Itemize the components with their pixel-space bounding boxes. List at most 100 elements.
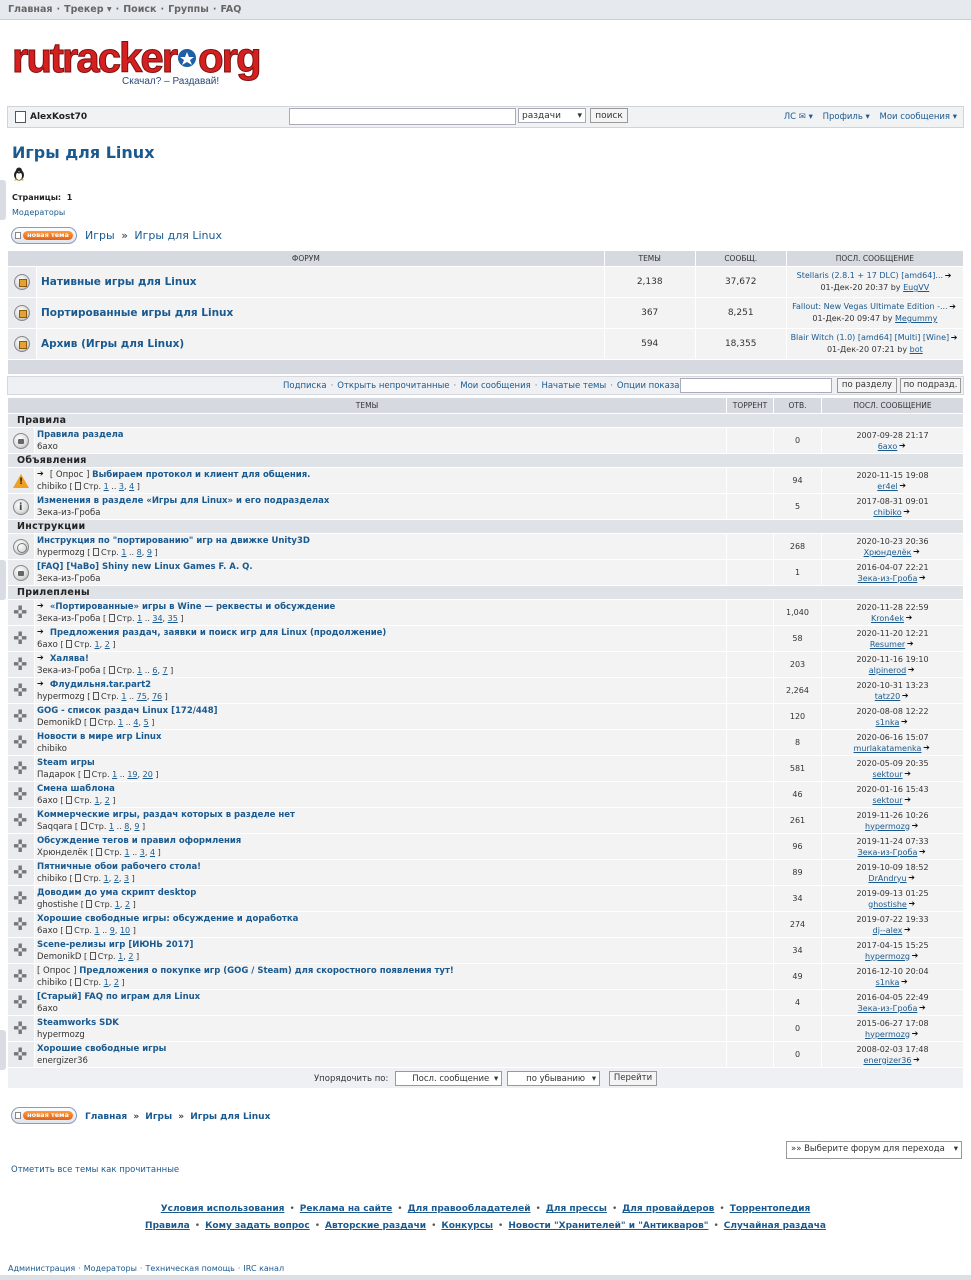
topic-title[interactable]: Правила раздела [37, 430, 124, 440]
page-link[interactable]: 1 [104, 978, 109, 987]
pm-menu[interactable]: ЛС ✉ ▾ [784, 112, 813, 122]
page-link[interactable]: 1 [112, 770, 117, 779]
page-link[interactable]: 6 [152, 666, 157, 675]
go-to-last-icon[interactable]: ➔ [917, 1004, 927, 1012]
topic-author[interactable]: Зека-из-Гроба [37, 614, 100, 624]
topic-last-user[interactable]: Зека-из-Гроба [858, 848, 918, 857]
topic-title[interactable]: [Старый] FAQ по играм для Linux [37, 992, 200, 1002]
bottom-link[interactable]: IRC канал [243, 1264, 284, 1273]
new-topic-button[interactable]: новая тема [11, 227, 77, 244]
page-link[interactable]: 2 [114, 874, 119, 883]
topic-option-link[interactable]: Открыть непрочитанные [337, 381, 449, 391]
topic-author[interactable]: Зека-из-Гроба [37, 508, 100, 518]
topic-title[interactable]: Steam игры [37, 758, 95, 768]
page-link[interactable]: 1 [104, 874, 109, 883]
topic-option-link[interactable]: Опции показа ▽ [617, 381, 689, 391]
breadcrumb-linux-games[interactable]: Игры для Linux [190, 1112, 270, 1122]
topic-filter-input[interactable] [680, 378, 832, 393]
topic-author[interactable]: energizer36 [37, 1056, 88, 1066]
page-link[interactable]: 2 [105, 796, 110, 805]
go-to-last-icon[interactable]: ➔ [949, 333, 959, 342]
footer-link[interactable]: Для провайдеров [622, 1204, 714, 1214]
topic-author[interactable]: Saqqara [37, 822, 72, 832]
mark-all-read-link[interactable]: Отметить все темы как прочитанные [11, 1165, 179, 1175]
footer-link[interactable]: Кому задать вопрос [205, 1221, 310, 1231]
page-link[interactable]: 4 [129, 482, 134, 491]
page-link[interactable]: 1 [95, 640, 100, 649]
go-to-last-icon[interactable]: ➔ [917, 848, 927, 856]
page-link[interactable]: 2 [125, 900, 130, 909]
profile-menu[interactable]: Профиль ▾ [823, 112, 870, 122]
nav-item[interactable]: FAQ [220, 4, 241, 15]
new-post-icon[interactable]: ➔ [37, 602, 47, 610]
subforum-name[interactable]: Нативные игры для Linux [36, 266, 605, 298]
search-button[interactable]: поиск [590, 108, 628, 123]
go-to-last-icon[interactable]: ➔ [904, 614, 914, 622]
topic-title[interactable]: Флудильня.tar.part2 [50, 680, 151, 690]
page-link[interactable]: 3 [119, 482, 124, 491]
topic-title[interactable]: Пятничные обои рабочего стола! [37, 862, 201, 872]
topic-author[interactable]: chibiko [37, 482, 67, 492]
topic-last-user[interactable]: chibiko [873, 508, 901, 517]
go-to-last-icon[interactable]: ➔ [907, 900, 917, 908]
username[interactable]: AlexKost70 [30, 112, 87, 122]
topic-author[interactable]: Падарок [37, 770, 75, 780]
breadcrumb-linux-games[interactable]: Игры для Linux [134, 229, 222, 242]
page-link[interactable]: 1 [115, 900, 120, 909]
sort-go-button[interactable]: Перейти [608, 1070, 657, 1086]
go-to-last-icon[interactable]: ➔ [911, 1056, 921, 1064]
footer-link[interactable]: Правила [145, 1221, 190, 1231]
moderators-link[interactable]: Модераторы [12, 208, 65, 217]
topic-author[interactable]: 6ахо [37, 926, 58, 936]
topic-last-user[interactable]: Зека-из-Гроба [858, 574, 918, 583]
topic-last-user[interactable]: sektour [872, 796, 902, 805]
page-link[interactable]: 3 [140, 848, 145, 857]
last-post-title-text[interactable]: Fallout: New Vegas Ultimate Edition -... [792, 302, 947, 311]
footer-link[interactable]: Новости "Хранителей" и "Антикваров" [508, 1221, 708, 1231]
topic-option-link[interactable]: Мои сообщения [460, 381, 531, 391]
topic-author[interactable]: ghostishe [37, 900, 78, 910]
topic-last-user[interactable]: alpinerod [869, 666, 907, 675]
search-input[interactable] [289, 108, 516, 125]
page-link[interactable]: 1 [104, 482, 109, 491]
filter-section-button[interactable]: по разделу [837, 378, 897, 393]
topic-author[interactable]: DemonikD [37, 718, 81, 728]
page-link[interactable]: 2 [105, 640, 110, 649]
topic-title[interactable]: Халява! [50, 654, 89, 664]
go-to-last-icon[interactable]: ➔ [905, 640, 915, 648]
page-title[interactable]: Игры для Linux [12, 143, 155, 162]
site-logo[interactable]: rutracker org Скачал? – Раздавай! [10, 34, 270, 94]
new-post-icon[interactable]: ➔ [37, 470, 47, 478]
topic-author[interactable]: 6ахо [37, 442, 58, 452]
go-to-last-icon[interactable]: ➔ [948, 302, 958, 311]
topic-title[interactable]: Предложения раздач, заявки и поиск игр д… [50, 628, 386, 638]
side-tab[interactable] [0, 180, 6, 220]
topic-last-user[interactable]: er4el [877, 482, 897, 491]
topic-author[interactable]: Зека-из-Гроба [37, 666, 100, 676]
bottom-link[interactable]: Техническая помощь [145, 1264, 234, 1273]
topic-option-link[interactable]: Начатые темы [541, 381, 606, 391]
breadcrumb-home[interactable]: Главная [85, 1112, 127, 1122]
go-to-last-icon[interactable]: ➔ [917, 574, 927, 582]
page-link[interactable]: 2 [114, 978, 119, 987]
page-link[interactable]: 1 [95, 926, 100, 935]
topic-title[interactable]: Выбираем протокол и клиент для общения. [92, 470, 310, 480]
topic-title[interactable]: Новости в мире игр Linux [37, 732, 161, 742]
page-link[interactable]: 4 [150, 848, 155, 857]
topic-title[interactable]: [FAQ] [ЧаВо] Shiny new Linux Games F. A.… [37, 562, 253, 572]
topic-author[interactable]: Хрюнделёк [37, 848, 88, 858]
topic-title[interactable]: Steamworks SDK [37, 1018, 119, 1028]
topic-title[interactable]: Хорошие свободные игры [37, 1044, 166, 1054]
page-link[interactable]: 4 [133, 718, 138, 727]
footer-link[interactable]: Реклама на сайте [300, 1204, 393, 1214]
topic-author[interactable]: DemonikD [37, 952, 81, 962]
nav-item[interactable]: Трекер ▾ [64, 4, 112, 15]
topic-last-user[interactable]: murlakatamenka [854, 744, 922, 753]
page-link[interactable]: 2 [128, 952, 133, 961]
last-post-user[interactable]: Megummy [895, 314, 937, 323]
go-to-last-icon[interactable]: ➔ [902, 508, 912, 516]
page-link[interactable]: 10 [120, 926, 130, 935]
page-link[interactable]: 5 [144, 718, 149, 727]
page-link[interactable]: 1 [137, 614, 142, 623]
topic-last-user[interactable]: hypermozg [865, 952, 910, 961]
